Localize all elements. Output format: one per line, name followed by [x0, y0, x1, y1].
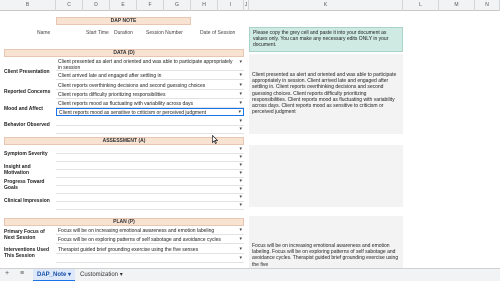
column-header-c[interactable]: C: [56, 0, 83, 11]
tab-dap-note[interactable]: DAP_Note ▾: [33, 269, 76, 281]
dropdown-client-presentation-1[interactable]: Client presented as alert and oriented a…: [56, 59, 244, 71]
dropdown-arrow-icon[interactable]: ▾: [239, 186, 242, 192]
dropdown-arrow-icon[interactable]: ▾: [239, 72, 242, 78]
dropdown-arrow-icon[interactable]: ▾: [238, 109, 241, 115]
dropdown-progress-2[interactable]: ▾: [56, 186, 244, 194]
label-reported-concerns: Reported Concerns: [4, 89, 51, 95]
dropdown-arrow-icon[interactable]: ▾: [239, 255, 242, 261]
data-output-cell[interactable]: Client presented as alert and oriented a…: [249, 54, 403, 134]
column-header-e[interactable]: E: [110, 0, 137, 11]
dropdown-clinical-2[interactable]: ▾: [56, 202, 244, 210]
dropdown-progress-1[interactable]: ▾: [56, 178, 244, 186]
copy-instructions-notice: Please copy the grey cell and paste it i…: [249, 27, 403, 52]
dropdown-arrow-icon[interactable]: ▾: [239, 170, 242, 176]
dropdown-reported-concerns-2[interactable]: Client reports difficulty prioritizing r…: [56, 91, 244, 99]
dropdown-insight-1[interactable]: ▾: [56, 162, 244, 170]
tab-customization[interactable]: Customization ▾: [76, 269, 127, 281]
dropdown-arrow-icon[interactable]: ▾: [239, 227, 242, 233]
dropdown-arrow-icon[interactable]: ▾: [239, 146, 242, 152]
dropdown-clinical-1[interactable]: ▾: [56, 194, 244, 202]
mouse-cursor-icon: [212, 135, 218, 144]
dropdown-arrow-icon[interactable]: ▾: [239, 126, 242, 132]
dropdown-arrow-icon[interactable]: ▾: [239, 154, 242, 160]
dropdown-arrow-icon[interactable]: ▾: [239, 59, 242, 65]
column-header-h[interactable]: H: [191, 0, 218, 11]
dropdown-interventions-2[interactable]: ▾: [56, 255, 244, 263]
dropdown-arrow-icon[interactable]: ▾: [239, 178, 242, 184]
all-sheets-menu-icon[interactable]: ≡: [20, 270, 24, 277]
dropdown-interventions-1[interactable]: Therapist guided brief grounding exercis…: [56, 246, 244, 254]
header-date-of-session: Date of Session: [200, 30, 236, 36]
chevron-down-icon[interactable]: ▾: [120, 272, 123, 278]
dropdown-arrow-icon[interactable]: ▾: [239, 236, 242, 242]
dropdown-arrow-icon[interactable]: ▾: [239, 202, 242, 208]
column-header-d[interactable]: D: [83, 0, 110, 11]
add-sheet-icon[interactable]: +: [5, 270, 9, 277]
dropdown-behavior-2[interactable]: ▾: [56, 126, 244, 134]
column-header-g[interactable]: G: [164, 0, 191, 11]
label-insight-motivation: Insight and Motivation: [4, 164, 31, 176]
label-progress-toward-goals: Progress Toward Goals: [4, 179, 45, 191]
dropdown-arrow-icon[interactable]: ▾: [239, 82, 242, 88]
dropdown-insight-2[interactable]: ▾: [56, 170, 244, 178]
dropdown-symptom-severity-1[interactable]: ▾: [56, 146, 244, 154]
spreadsheet-grid[interactable]: DAP NOTE Name Start Time Duration Sessio…: [0, 11, 500, 268]
column-header-n[interactable]: N: [475, 0, 500, 11]
label-interventions: Interventions Used This Session: [4, 247, 50, 259]
dropdown-arrow-icon[interactable]: ▾: [239, 118, 242, 124]
dropdown-arrow-icon[interactable]: ▾: [239, 91, 242, 97]
column-header-k[interactable]: K: [249, 0, 403, 11]
dropdown-mood-2[interactable]: Client reports mood as sensitive to crit…: [56, 108, 244, 116]
assessment-section-title: ASSESSMENT (A): [4, 137, 244, 145]
column-headers: B C D E F G H I J K L M N: [0, 0, 500, 11]
dropdown-arrow-icon[interactable]: ▾: [239, 100, 242, 106]
dap-note-title: DAP NOTE: [56, 17, 191, 25]
label-behavior-observed: Behavior Observed: [4, 122, 50, 128]
data-section-title: DATA (D): [4, 49, 244, 57]
chevron-down-icon[interactable]: ▾: [68, 272, 71, 278]
label-mood-and-affect: Mood and Affect: [4, 106, 43, 112]
plan-output-cell[interactable]: Focus will be on increasing emotional aw…: [249, 216, 403, 268]
header-duration: Duration: [114, 30, 133, 36]
column-header-m[interactable]: M: [439, 0, 475, 11]
dropdown-primary-focus-1[interactable]: Focus will be on increasing emotional aw…: [56, 227, 244, 235]
dropdown-arrow-icon[interactable]: ▾: [239, 246, 242, 252]
plan-section-title: PLAN (P): [4, 218, 244, 226]
dropdown-arrow-icon[interactable]: ▾: [239, 194, 242, 200]
header-start-time: Start Time: [86, 30, 109, 36]
column-header-b[interactable]: B: [0, 0, 56, 11]
label-primary-focus: Primary Focus of Next Session: [4, 229, 45, 241]
dropdown-reported-concerns-1[interactable]: Client reports overthinking decisions an…: [56, 82, 244, 90]
header-session-number: Session Number: [146, 30, 183, 36]
dropdown-symptom-severity-2[interactable]: ▾: [56, 154, 244, 162]
dropdown-arrow-icon[interactable]: ▾: [239, 162, 242, 168]
assessment-output-cell[interactable]: [249, 145, 403, 207]
column-header-f[interactable]: F: [137, 0, 164, 11]
label-clinical-impression: Clinical Impression: [4, 198, 50, 204]
sheet-tab-bar: + ≡ DAP_Note ▾ Customization ▾: [0, 268, 500, 281]
dropdown-client-presentation-2[interactable]: Client arrived late and engaged after se…: [56, 72, 244, 80]
header-name: Name: [37, 30, 51, 36]
dropdown-primary-focus-2[interactable]: Focus will be on exploring patterns of s…: [56, 236, 244, 244]
label-client-presentation: Client Presentation: [4, 69, 50, 75]
dropdown-behavior-1[interactable]: ▾: [56, 118, 244, 126]
label-symptom-severity: Symptom Severity: [4, 151, 48, 157]
dropdown-mood-1[interactable]: Client reports mood as fluctuating with …: [56, 100, 244, 108]
column-header-l[interactable]: L: [403, 0, 439, 11]
column-header-i[interactable]: I: [218, 0, 244, 11]
